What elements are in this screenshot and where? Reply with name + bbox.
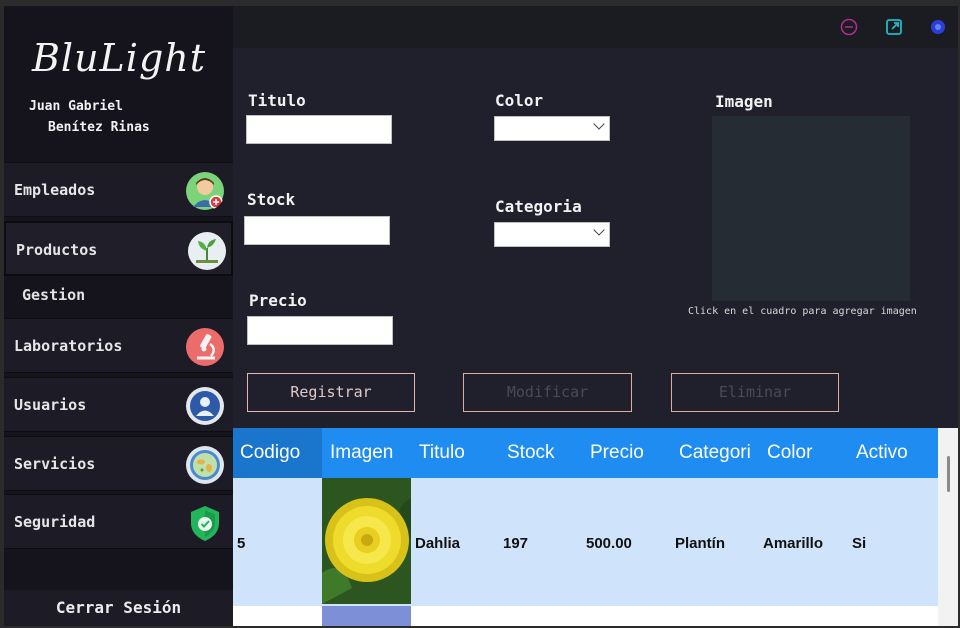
sidebar-item-label: Seguridad [14, 513, 96, 531]
column-header-categoria[interactable]: Categori [679, 428, 761, 478]
shield-icon [191, 506, 219, 541]
column-header-imagen[interactable]: Imagen [330, 428, 410, 478]
precio-label: Precio [249, 291, 307, 310]
categoria-select[interactable] [494, 222, 610, 247]
sidebar-item-label: Empleados [14, 181, 96, 199]
column-header-stock[interactable]: Stock [507, 428, 587, 478]
app-window: BluLight Juan Gabriel Benítez Rinas Empl… [4, 6, 958, 626]
sidebar-item-label: Productos [16, 241, 98, 259]
registrar-button[interactable]: Registrar [247, 373, 415, 412]
microscope-icon [186, 328, 224, 366]
sidebar-item-label: Servicios [14, 455, 96, 473]
categoria-label: Categoria [495, 197, 582, 216]
products-table: Codigo Imagen Titulo Stock Precio Catego… [233, 428, 938, 626]
titulo-input[interactable] [246, 115, 392, 144]
sidebar-item-productos[interactable]: Productos [4, 221, 233, 276]
sidebar: BluLight Juan Gabriel Benítez Rinas Empl… [4, 6, 233, 626]
user-icon [186, 387, 224, 425]
titulo-label: Titulo [248, 91, 306, 110]
settings-icon[interactable] [929, 18, 947, 36]
column-header-activo[interactable]: Activo [856, 428, 936, 478]
stock-input[interactable] [244, 216, 390, 245]
minimize-icon[interactable] [840, 18, 858, 36]
imagen-label: Imagen [715, 92, 773, 111]
column-header-titulo[interactable]: Titulo [419, 428, 499, 478]
product-image [322, 478, 411, 604]
cell-stock: 197 [503, 535, 529, 552]
table-row[interactable]: 5 Dahlia 197 500.00 Plantín Amarillo Si [233, 478, 938, 606]
scrollbar-thumb[interactable] [947, 456, 950, 492]
cell-color: Amarillo [763, 535, 824, 552]
dahlia-flower-image [322, 478, 411, 604]
logout-button[interactable]: Cerrar Sesión [4, 590, 233, 626]
table-header: Codigo Imagen Titulo Stock Precio Catego… [233, 428, 938, 478]
product-image [322, 606, 411, 626]
sidebar-item-laboratorios[interactable]: Laboratorios [4, 318, 233, 373]
sidebar-section-gestion: Gestion [22, 286, 86, 304]
column-header-precio[interactable]: Precio [590, 428, 670, 478]
image-upload-area[interactable] [712, 116, 910, 301]
sidebar-item-empleados[interactable]: Empleados [4, 162, 233, 217]
sidebar-item-label: Usuarios [14, 396, 87, 414]
stock-label: Stock [247, 190, 296, 209]
user-name-line1: Juan Gabriel [29, 99, 123, 114]
table-scrollbar[interactable] [938, 428, 958, 626]
app-logo: BluLight [32, 36, 207, 80]
color-label: Color [495, 91, 544, 110]
employee-icon [186, 172, 224, 210]
precio-input[interactable] [247, 316, 393, 345]
cell-categoria: Plantín [675, 535, 726, 552]
chevron-down-icon [593, 224, 605, 236]
column-header-codigo[interactable]: Codigo [233, 428, 322, 478]
plant-icon [188, 232, 226, 270]
external-link-icon[interactable] [885, 18, 903, 36]
sidebar-item-usuarios[interactable]: Usuarios [4, 377, 233, 432]
eliminar-button[interactable]: Eliminar [671, 373, 839, 412]
cell-titulo: Dahlia [415, 535, 461, 552]
title-bar [233, 6, 958, 48]
image-hint: Click en el cuadro para agregar imagen [688, 306, 917, 317]
cell-codigo: 5 [237, 535, 246, 552]
sidebar-item-seguridad[interactable]: Seguridad [4, 494, 233, 549]
user-name-line2: Benítez Rinas [48, 120, 150, 135]
sidebar-item-servicios[interactable]: Servicios [4, 436, 233, 491]
color-select[interactable] [494, 116, 610, 141]
cell-precio: 500.00 [586, 535, 632, 552]
modificar-button[interactable]: Modificar [463, 373, 632, 412]
petri-dish-icon [186, 446, 224, 484]
sidebar-item-label: Laboratorios [14, 337, 123, 355]
chevron-down-icon [593, 118, 605, 130]
column-header-color[interactable]: Color [767, 428, 847, 478]
cell-activo: Si [852, 535, 867, 552]
